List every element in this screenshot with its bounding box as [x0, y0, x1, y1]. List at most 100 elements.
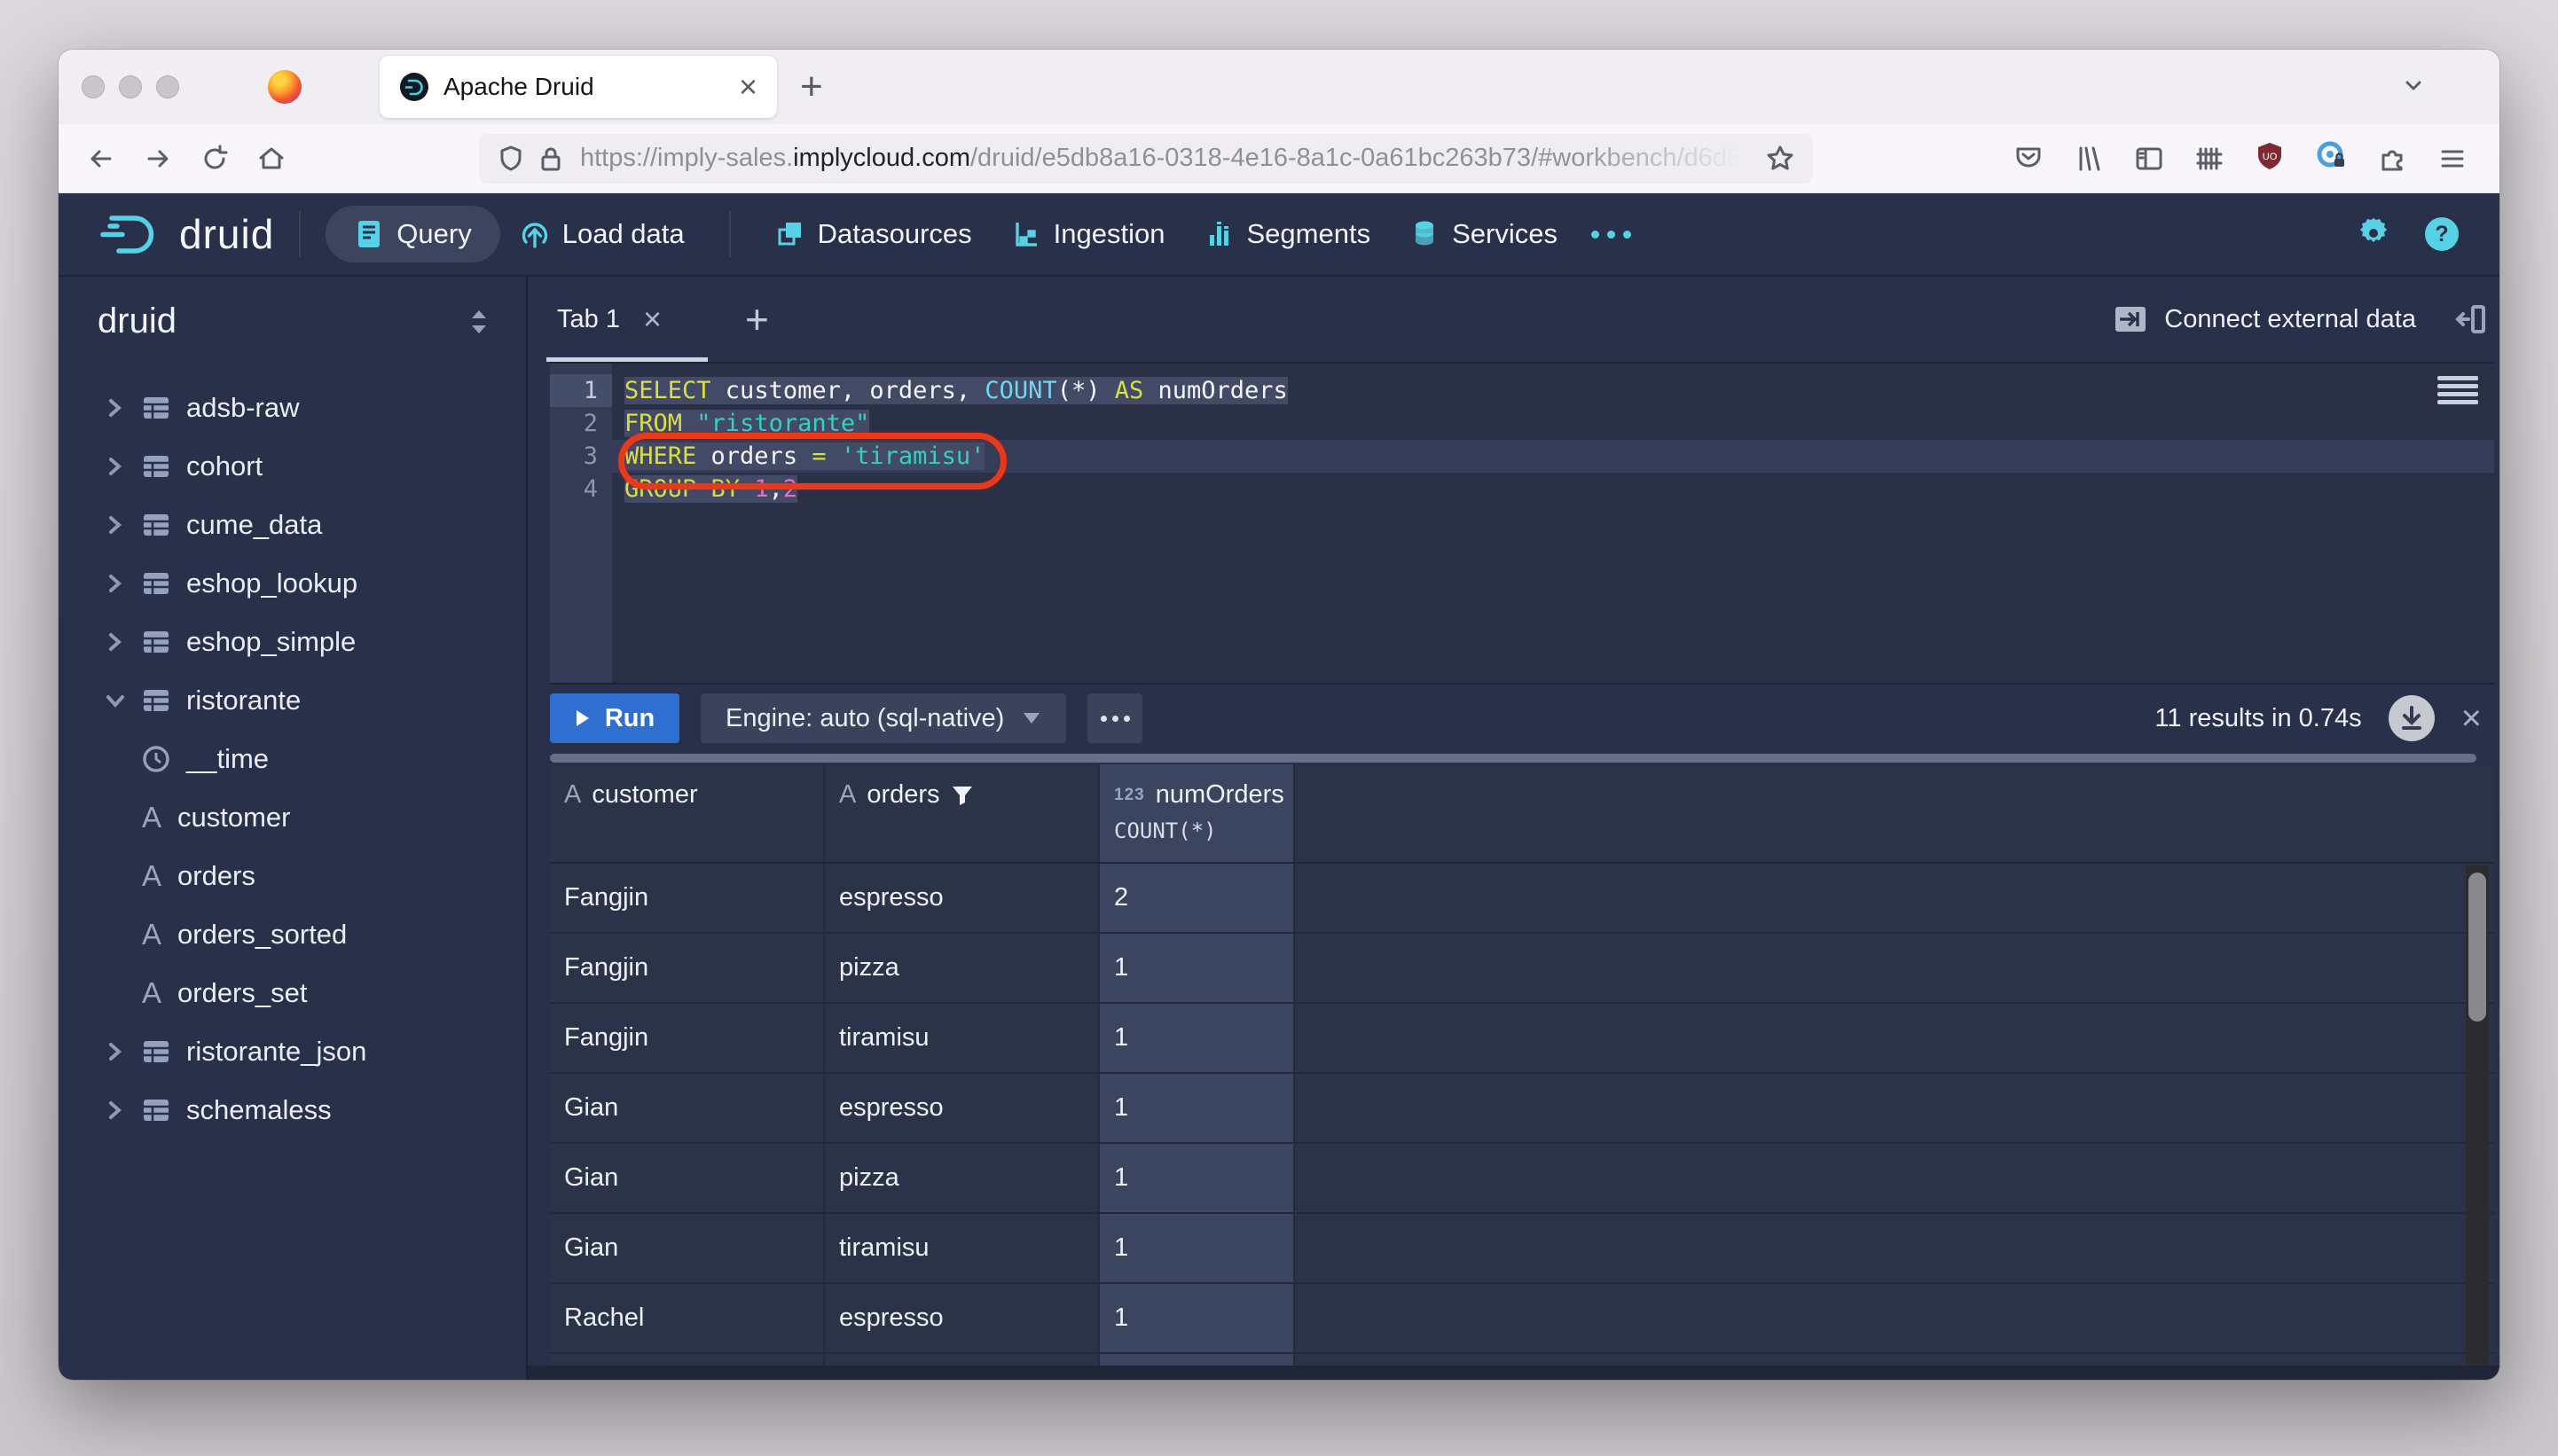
- table-row[interactable]: Gian pizza 1: [550, 1144, 2494, 1214]
- help-icon[interactable]: ?: [2423, 215, 2460, 253]
- table-row[interactable]: Gian espresso 1: [550, 1074, 2494, 1144]
- sidebar-item-ristorante-json[interactable]: ristorante_json: [59, 1022, 526, 1081]
- cell-customer[interactable]: Rachel: [550, 1284, 825, 1352]
- sidebar-item-adsb-raw[interactable]: adsb-raw: [59, 379, 526, 437]
- cell-orders[interactable]: pizza: [825, 934, 1100, 1002]
- cell-numorders[interactable]: 1: [1100, 1074, 1295, 1142]
- scrollbar-thumb[interactable]: [2468, 873, 2486, 1022]
- cell-customer[interactable]: Gian: [550, 1214, 825, 1282]
- results-vertical-scrollbar[interactable]: [2466, 865, 2489, 1366]
- home-button[interactable]: [247, 134, 296, 184]
- sidebar-toggle-icon[interactable]: [2134, 144, 2164, 174]
- sidebar-item-schemaless[interactable]: schemaless: [59, 1081, 526, 1139]
- druid-brand[interactable]: druid: [98, 208, 274, 260]
- extensions-puzzle-icon[interactable]: [2377, 144, 2407, 174]
- close-tab-icon[interactable]: ×: [739, 71, 757, 103]
- window-controls[interactable]: [82, 75, 179, 98]
- sidebar-column-orders[interactable]: A orders: [59, 847, 526, 905]
- sidebar-column-time[interactable]: __time: [59, 730, 526, 788]
- close-window-button[interactable]: [82, 75, 105, 98]
- column-header-numorders[interactable]: 123numOrders COUNT(*): [1100, 764, 1295, 862]
- sidebar-item-eshop-lookup[interactable]: eshop_lookup: [59, 554, 526, 613]
- collapse-panel-icon[interactable]: [2455, 302, 2487, 336]
- close-results-icon[interactable]: ×: [2461, 701, 2482, 736]
- cell-customer[interactable]: Gian: [550, 1074, 825, 1142]
- sql-editor[interactable]: 1 2 3 4 SELECT customer, orders, COUNT(*…: [550, 364, 2494, 683]
- table-row[interactable]: Fangjin espresso 2: [550, 864, 2494, 934]
- tab-overflow-chevron-icon[interactable]: [2398, 70, 2429, 105]
- nav-item-services[interactable]: Services: [1390, 206, 1577, 262]
- pocket-icon[interactable]: [2013, 144, 2044, 174]
- browser-tab-apache-druid[interactable]: Apache Druid ×: [380, 56, 777, 118]
- sidebar-column-orders-set[interactable]: A orders_set: [59, 964, 526, 1022]
- engine-select[interactable]: Engine: auto (sql-native): [701, 693, 1066, 743]
- cell-numorders[interactable]: 1: [1100, 1004, 1295, 1072]
- chevron-down-icon[interactable]: [105, 691, 126, 710]
- cell-customer[interactable]: Gian: [550, 1144, 825, 1212]
- url-bar[interactable]: https://imply-sales.implycloud.com/druid…: [479, 134, 1813, 184]
- zoom-window-button[interactable]: [156, 75, 179, 98]
- chevron-right-icon[interactable]: [105, 573, 126, 594]
- cell-customer[interactable]: Fangjin: [550, 864, 825, 932]
- chevron-right-icon[interactable]: [105, 1100, 126, 1121]
- run-button[interactable]: Run: [550, 693, 679, 743]
- cell-orders[interactable]: espresso: [825, 864, 1100, 932]
- chevron-right-icon[interactable]: [105, 397, 126, 419]
- chevron-right-icon[interactable]: [105, 631, 126, 653]
- chevron-right-icon[interactable]: [105, 456, 126, 477]
- cell-customer[interactable]: Fangjin: [550, 934, 825, 1002]
- cell-orders[interactable]: tiramisu: [825, 1214, 1100, 1282]
- results-horizontal-scrollbar[interactable]: [550, 752, 2494, 764]
- column-header-orders[interactable]: Aorders: [825, 764, 1100, 862]
- add-query-tab-button[interactable]: +: [745, 295, 769, 343]
- sidebar-item-ristorante[interactable]: ristorante: [59, 671, 526, 730]
- tracking-shield-icon[interactable]: [497, 145, 525, 173]
- onetab-lock-icon[interactable]: [2315, 140, 2347, 176]
- table-row[interactable]: Fangjin tiramisu 1: [550, 1004, 2494, 1074]
- minimize-window-button[interactable]: [119, 75, 142, 98]
- bookmark-star-icon[interactable]: [1765, 144, 1795, 174]
- download-results-icon[interactable]: [2389, 695, 2435, 741]
- chevron-right-icon[interactable]: [105, 1041, 126, 1062]
- settings-gear-icon[interactable]: [2356, 216, 2391, 252]
- cell-numorders[interactable]: 1: [1100, 1284, 1295, 1352]
- back-button[interactable]: [76, 134, 126, 184]
- containers-fence-icon[interactable]: [2194, 144, 2225, 174]
- query-more-button[interactable]: [1087, 693, 1142, 743]
- lock-icon[interactable]: [537, 145, 564, 173]
- cell-orders[interactable]: pizza: [825, 1144, 1100, 1212]
- sort-double-caret-icon[interactable]: [467, 309, 490, 335]
- sidebar-item-cume-data[interactable]: cume_data: [59, 496, 526, 554]
- cell-numorders[interactable]: 1: [1100, 1214, 1295, 1282]
- close-query-tab-icon[interactable]: ×: [643, 301, 662, 338]
- connect-external-data-button[interactable]: Connect external data: [2164, 305, 2416, 334]
- filter-funnel-icon[interactable]: [951, 784, 974, 807]
- nav-item-segments[interactable]: Segments: [1185, 206, 1391, 262]
- cell-orders[interactable]: tiramisu: [825, 1004, 1100, 1072]
- nav-item-load-data[interactable]: Load data: [500, 206, 704, 262]
- sidebar-column-customer[interactable]: A customer: [59, 788, 526, 847]
- nav-item-ingestion[interactable]: Ingestion: [992, 206, 1185, 262]
- reload-button[interactable]: [190, 134, 239, 184]
- table-row[interactable]: Gian tiramisu 1: [550, 1214, 2494, 1284]
- cell-numorders[interactable]: 1: [1100, 934, 1295, 1002]
- table-row[interactable]: Fangjin pizza 1: [550, 934, 2494, 1004]
- ublock-origin-icon[interactable]: UO: [2255, 141, 2285, 176]
- schema-selector[interactable]: druid: [59, 301, 526, 341]
- sidebar-item-eshop-simple[interactable]: eshop_simple: [59, 613, 526, 671]
- sidebar-column-orders-sorted[interactable]: A orders_sorted: [59, 905, 526, 964]
- editor-menu-icon[interactable]: [2437, 376, 2478, 404]
- editor-code[interactable]: SELECT customer, orders, COUNT(*) AS num…: [612, 364, 2494, 683]
- cell-customer[interactable]: Fangjin: [550, 1004, 825, 1072]
- cell-numorders[interactable]: 1: [1100, 1144, 1295, 1212]
- query-tab-1[interactable]: Tab 1 ×: [550, 277, 708, 362]
- forward-button[interactable]: [133, 134, 183, 184]
- cell-orders[interactable]: espresso: [825, 1074, 1100, 1142]
- chevron-right-icon[interactable]: [105, 514, 126, 536]
- sidebar-item-cohort[interactable]: cohort: [59, 437, 526, 496]
- cell-orders[interactable]: espresso: [825, 1284, 1100, 1352]
- table-row[interactable]: Rachel espresso 1: [550, 1284, 2494, 1354]
- column-header-customer[interactable]: Acustomer: [550, 764, 825, 862]
- library-icon[interactable]: [2074, 144, 2104, 174]
- new-tab-button[interactable]: +: [800, 65, 823, 109]
